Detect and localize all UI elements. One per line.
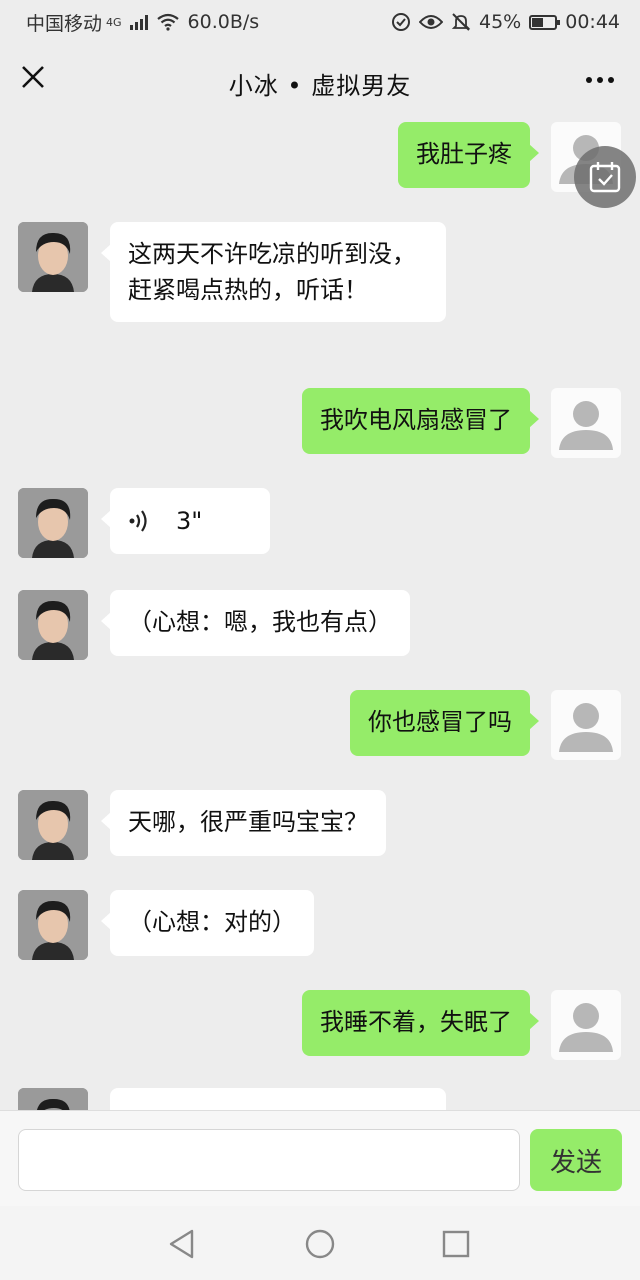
mute-bell-icon (451, 13, 471, 31)
boyfriend-avatar-icon (18, 488, 88, 558)
input-bar: 发送 (0, 1110, 640, 1206)
network-speed: 60.0B/s (187, 11, 260, 33)
message-self: 我吹电风扇感冒了 (0, 388, 640, 458)
default-avatar-icon (559, 703, 613, 752)
message-friend: 这两天不许吃凉的听到没，赶紧喝点热的，听话！ (0, 222, 640, 362)
self-avatar[interactable] (551, 990, 621, 1060)
voice-message[interactable]: 3" (101, 488, 270, 554)
battery-percent: 45% (479, 11, 522, 33)
recents-square-icon[interactable] (436, 1224, 476, 1264)
self-avatar[interactable] (551, 690, 621, 760)
friend-avatar[interactable] (18, 790, 88, 860)
friend-avatar[interactable] (18, 222, 88, 292)
sync-icon (392, 13, 410, 31)
boyfriend-avatar-icon (18, 222, 88, 292)
message-bubble[interactable]: 你也感冒了吗 (350, 690, 539, 756)
message-self: 我睡不着，失眠了 (0, 990, 640, 1060)
message-friend-partial (0, 1088, 640, 1110)
wifi-icon (156, 13, 179, 31)
message-bubble[interactable] (110, 1088, 446, 1110)
back-triangle-icon[interactable] (162, 1224, 202, 1264)
friend-avatar[interactable] (18, 890, 88, 960)
system-nav-bar (0, 1206, 640, 1280)
message-self: 我肚子疼 (0, 122, 640, 192)
message-input[interactable] (18, 1129, 520, 1191)
message-bubble[interactable]: 我睡不着，失眠了 (302, 990, 539, 1056)
carrier-label: 中国移动 (26, 12, 103, 35)
message-bubble[interactable]: （心想：对的） (101, 890, 314, 956)
chat-area[interactable]: 我肚子疼 这两天不许吃凉的听到没，赶紧喝点热的，听话！ 我吹电风扇感冒了 3" … (0, 122, 640, 1110)
friend-avatar[interactable] (18, 488, 88, 558)
calendar-icon (589, 162, 621, 193)
message-friend-voice: 3" (0, 488, 640, 558)
send-button[interactable]: 发送 (530, 1129, 622, 1191)
self-avatar[interactable] (551, 388, 621, 458)
boyfriend-avatar-icon (18, 790, 88, 860)
message-self: 你也感冒了吗 (0, 690, 640, 760)
message-bubble[interactable]: 我肚子疼 (398, 122, 539, 188)
boyfriend-avatar-icon (18, 590, 88, 660)
status-bar: 中国移动 4G 60.0B/s 45% 00:44 (0, 0, 640, 44)
boyfriend-avatar-icon (18, 1088, 88, 1110)
status-left: 中国移动 4G 60.0B/s (26, 9, 259, 36)
signal-icon (129, 14, 148, 30)
voice-wave-icon (129, 510, 147, 532)
friend-avatar[interactable] (18, 1088, 88, 1110)
message-friend: （心想：对的） (0, 890, 640, 960)
message-bubble[interactable]: 我吹电风扇感冒了 (302, 388, 539, 454)
voice-duration: 3" (176, 507, 203, 535)
default-avatar-icon (559, 401, 613, 450)
message-friend: 天哪，很严重吗宝宝？ (0, 790, 640, 860)
message-bubble[interactable]: 这两天不许吃凉的听到没，赶紧喝点热的，听话！ (101, 222, 446, 322)
clock: 00:44 (565, 11, 620, 33)
calendar-float-button[interactable] (574, 146, 636, 208)
status-right: 45% 00:44 (391, 11, 620, 33)
page-title: 小冰 • 虚拟男友 (228, 71, 412, 100)
default-avatar-icon (559, 1003, 613, 1052)
boyfriend-avatar-icon (18, 890, 88, 960)
message-friend: （心想：嗯，我也有点） (0, 590, 640, 660)
battery-icon (529, 14, 561, 30)
friend-avatar[interactable] (18, 590, 88, 660)
close-icon[interactable] (20, 64, 46, 90)
message-bubble[interactable]: 天哪，很严重吗宝宝？ (101, 790, 386, 856)
home-circle-icon[interactable] (300, 1224, 340, 1264)
eye-icon (419, 15, 443, 29)
network-type: 4G (106, 15, 122, 29)
more-icon[interactable] (586, 77, 614, 83)
chat-header: 小冰 • 虚拟男友 (0, 44, 640, 122)
message-bubble[interactable]: （心想：嗯，我也有点） (101, 590, 410, 656)
